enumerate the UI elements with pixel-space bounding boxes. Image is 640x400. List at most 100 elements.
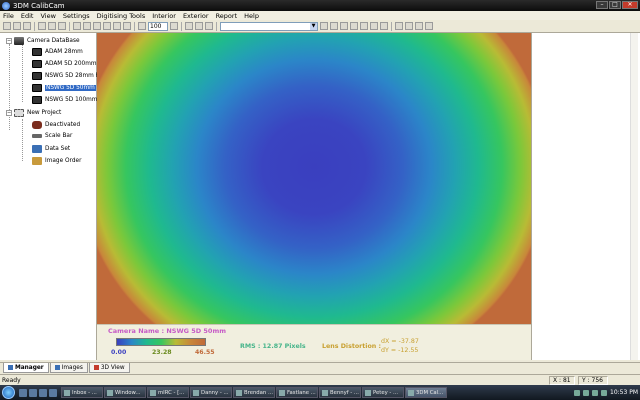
menu-help[interactable]: Help: [244, 12, 259, 20]
crosshair-icon[interactable]: [73, 22, 81, 30]
tree-node-scale-bar[interactable]: Scale Bar: [32, 133, 72, 139]
tree-node-deactivated[interactable]: Deactivated: [32, 121, 80, 129]
barcode-icon[interactable]: [395, 22, 403, 30]
tab-manager[interactable]: Manager: [3, 363, 49, 373]
taskbar-button[interactable]: Petey - ...: [362, 387, 404, 398]
tree-node-label: Image Order: [45, 158, 82, 164]
menu-view[interactable]: View: [40, 12, 55, 20]
close-button[interactable]: ✕: [622, 1, 638, 9]
title-bar: 3DM CalibCam – □ ✕: [0, 0, 640, 11]
line-icon[interactable]: [205, 22, 213, 30]
tree-node-camera[interactable]: NSWG 5D 100mm: [32, 96, 97, 104]
toolbar: 100 ▼: [0, 20, 640, 33]
tree-node-camera[interactable]: ADAM 28mm: [32, 48, 83, 56]
tree-node-camera-selected[interactable]: NSWG 5D 50mm: [32, 84, 96, 92]
task-icon: [408, 389, 414, 396]
data-set-icon: [32, 145, 42, 153]
tool-icon-3[interactable]: [58, 22, 66, 30]
transfer-icon[interactable]: [93, 22, 101, 30]
menu-report[interactable]: Report: [216, 12, 238, 20]
tool-icon-4[interactable]: [123, 22, 131, 30]
start-button[interactable]: [2, 386, 15, 399]
tool-icon-10[interactable]: [360, 22, 368, 30]
tree-node-new-project[interactable]: − New Project: [6, 109, 61, 117]
tree-node-camera[interactable]: NSWG 5D 28mm F: [32, 72, 99, 80]
new-file-icon[interactable]: [3, 22, 11, 30]
tree-node-camera[interactable]: ADAM 5D 200mm: [32, 60, 97, 68]
tool-icon-2[interactable]: [48, 22, 56, 30]
menu-file[interactable]: File: [3, 12, 14, 20]
zoom-out-icon[interactable]: [170, 22, 178, 30]
tray-icon[interactable]: [592, 389, 598, 396]
tool-icon-6[interactable]: [320, 22, 328, 30]
lens-distortion-map[interactable]: [97, 33, 531, 324]
scale-mid-label: 23.28: [152, 349, 172, 356]
tray-icon[interactable]: [583, 389, 589, 396]
delete-point-icon[interactable]: [113, 22, 121, 30]
quick-launch-icon[interactable]: [49, 388, 57, 397]
point-combo[interactable]: ▼: [220, 21, 318, 31]
tool-icon-7[interactable]: [330, 22, 338, 30]
toolbar-separator: [181, 21, 182, 31]
taskbar-button[interactable]: mIRC - [...: [147, 387, 189, 398]
images-icon: [54, 365, 60, 370]
taskbar-button-active[interactable]: 3DM Cal...: [405, 387, 447, 398]
toolbar-separator: [69, 21, 70, 31]
quick-launch-icon[interactable]: [39, 388, 47, 397]
fit-icon[interactable]: [185, 22, 193, 30]
taskbar-button[interactable]: Fastlane ...: [276, 387, 318, 398]
menu-exterior[interactable]: Exterior: [183, 12, 209, 20]
maximize-button[interactable]: □: [609, 1, 621, 9]
menu-digitising-tools[interactable]: Digitising Tools: [97, 12, 146, 20]
lens-distortion-label: Lens Distortion :: [322, 343, 381, 350]
target-icon[interactable]: [83, 22, 91, 30]
tool-icon-12[interactable]: [380, 22, 388, 30]
task-label: Petey - ...: [373, 389, 399, 396]
zoom-in-icon[interactable]: [138, 22, 146, 30]
tool-icon-9[interactable]: [350, 22, 358, 30]
open-folder-icon[interactable]: [13, 22, 21, 30]
tool-icon-11[interactable]: [370, 22, 378, 30]
tab-images[interactable]: Images: [49, 363, 88, 373]
tool-icon-14[interactable]: [415, 22, 423, 30]
tree-node-data-set[interactable]: Data Set: [32, 145, 70, 153]
tree-node-image-order[interactable]: Image Order: [32, 157, 81, 165]
menu-settings[interactable]: Settings: [63, 12, 90, 20]
deactivated-icon: [32, 121, 42, 129]
quick-launch-icon[interactable]: [29, 388, 37, 397]
collapse-icon[interactable]: −: [6, 110, 12, 116]
vertical-scrollbar[interactable]: [630, 33, 638, 360]
tree-node-camera-database[interactable]: − Camera DataBase: [6, 37, 80, 45]
taskbar-button[interactable]: Danny - ...: [190, 387, 232, 398]
tool-icon-1[interactable]: [38, 22, 46, 30]
tool-icon-15[interactable]: [425, 22, 433, 30]
move-icon[interactable]: [103, 22, 111, 30]
save-icon[interactable]: [23, 22, 31, 30]
quick-launch-icon[interactable]: [19, 388, 27, 397]
taskbar-button[interactable]: Bennyf - ...: [319, 387, 361, 398]
taskbar: Inbox - ... Window... mIRC - [... Danny …: [0, 385, 640, 400]
tool-icon-13[interactable]: [405, 22, 413, 30]
menu-interior[interactable]: Interior: [152, 12, 176, 20]
camera-icon: [32, 96, 42, 104]
tool-icon-5[interactable]: [195, 22, 203, 30]
zoom-input[interactable]: 100: [148, 21, 168, 31]
tray-icon[interactable]: [574, 389, 580, 396]
collapse-icon[interactable]: −: [6, 38, 12, 44]
taskbar-button[interactable]: Brendan ...: [233, 387, 275, 398]
toolbar-separator: [34, 21, 35, 31]
minimize-button[interactable]: –: [596, 1, 608, 9]
tree-node-label: Data Set: [45, 146, 71, 152]
tree-guide-line: [9, 44, 10, 130]
tray-icon[interactable]: [601, 389, 607, 396]
tool-icon-8[interactable]: [340, 22, 348, 30]
task-icon: [107, 389, 113, 396]
tab-3d-view[interactable]: 3D View: [88, 363, 130, 373]
taskbar-button[interactable]: Inbox - ...: [61, 387, 103, 398]
chevron-down-icon[interactable]: ▼: [310, 22, 317, 30]
clock[interactable]: 10:53 PM: [610, 389, 638, 396]
taskbar-button[interactable]: Window...: [104, 387, 146, 398]
camera-icon: [32, 72, 42, 80]
scale-min-label: 0.00: [111, 349, 127, 356]
menu-edit[interactable]: Edit: [21, 12, 34, 20]
